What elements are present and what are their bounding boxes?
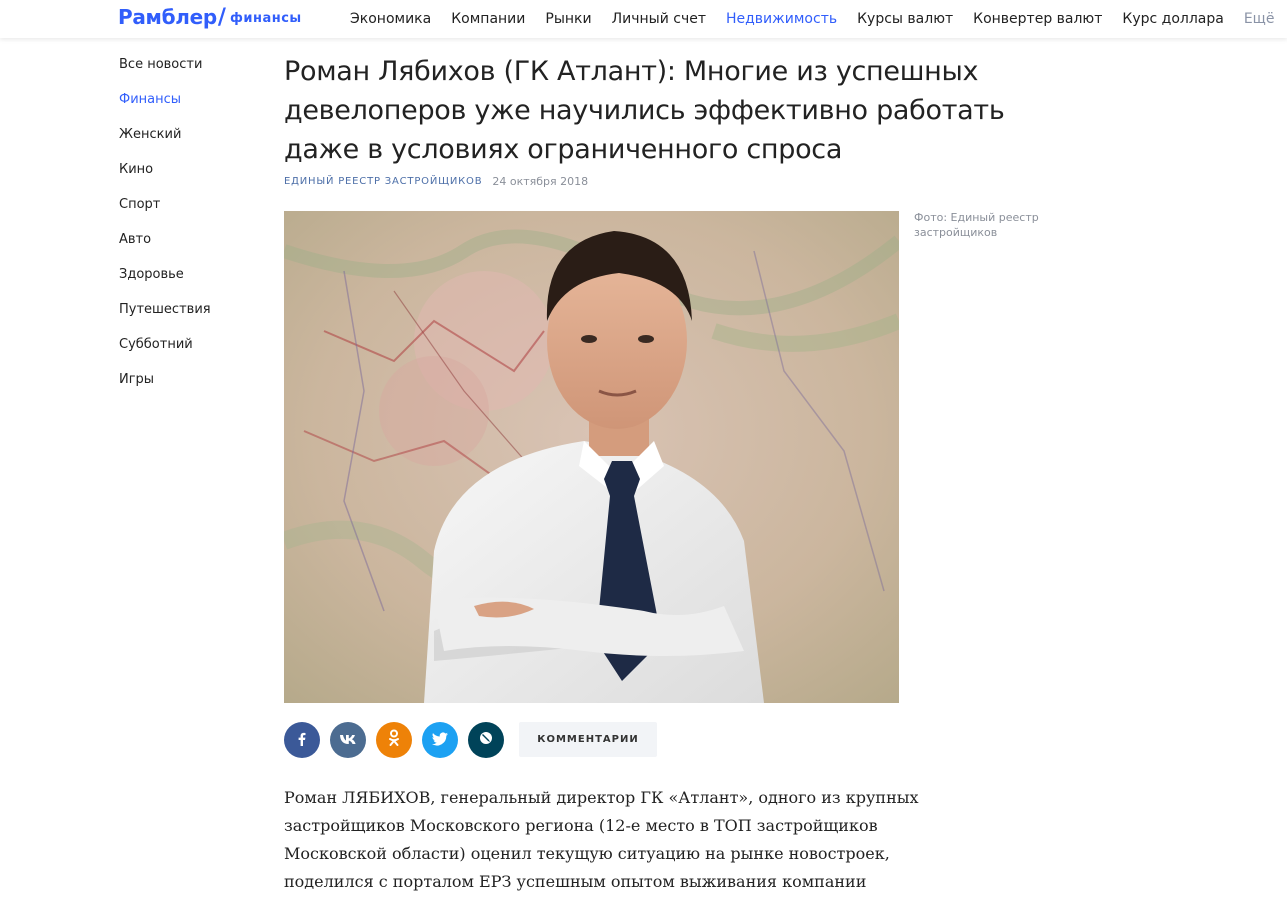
nav-item-markets[interactable]: Рынки	[545, 11, 591, 27]
sidebar-item-all-news[interactable]: Все новости	[119, 55, 259, 90]
nav-item-economy[interactable]: Экономика	[350, 11, 431, 27]
facebook-share-button[interactable]	[284, 722, 320, 758]
sidebar-item-travel[interactable]: Путешествия	[119, 300, 259, 335]
sidebar-item-finance[interactable]: Финансы	[119, 90, 259, 125]
nav-item-real-estate[interactable]: Недвижимость	[726, 11, 837, 27]
facebook-icon	[295, 731, 309, 750]
top-nav: Экономика Компании Рынки Личный счет Нед…	[350, 0, 1274, 38]
twitter-share-button[interactable]	[422, 722, 458, 758]
nav-item-dollar-rate[interactable]: Курс доллара	[1122, 11, 1223, 27]
odnoklassniki-share-button[interactable]	[376, 722, 412, 758]
twitter-icon	[432, 731, 448, 750]
vk-share-button[interactable]	[330, 722, 366, 758]
article-meta: ЕДИНЫЙ РЕЕСТР ЗАСТРОЙЩИКОВ 24 октября 20…	[284, 175, 588, 188]
logo-section: финансы	[229, 11, 302, 26]
top-header: Рамблер / финансы Экономика Компании Рын…	[0, 0, 1287, 38]
sidebar-item-games[interactable]: Игры	[119, 370, 259, 405]
photo-caption: Фото: Единый реестр застройщиков	[914, 211, 1039, 239]
sidebar-item-saturday[interactable]: Субботний	[119, 335, 259, 370]
sidebar-item-womens[interactable]: Женский	[119, 125, 259, 160]
article-source-link[interactable]: ЕДИНЫЙ РЕЕСТР ЗАСТРОЙЩИКОВ	[284, 176, 482, 187]
portrait-illustration	[284, 211, 899, 703]
logo-text: Рамблер	[118, 5, 217, 29]
article-lead-paragraph: Роман ЛЯБИХОВ, генеральный директор ГК «…	[284, 788, 919, 891]
nav-item-companies[interactable]: Компании	[451, 11, 525, 27]
logo-slash: /	[217, 4, 226, 30]
sidebar-item-auto[interactable]: Авто	[119, 230, 259, 265]
livejournal-share-button[interactable]	[468, 722, 504, 758]
nav-item-exchange-rates[interactable]: Курсы валют	[857, 11, 953, 27]
sidebar-item-sport[interactable]: Спорт	[119, 195, 259, 230]
article-date: 24 октября 2018	[492, 175, 589, 188]
odnoklassniki-icon	[388, 729, 400, 751]
share-buttons	[284, 722, 514, 758]
nav-item-currency-converter[interactable]: Конвертер валют	[973, 11, 1102, 27]
article-photo	[284, 211, 899, 703]
livejournal-icon	[478, 730, 494, 750]
sidebar-item-cinema[interactable]: Кино	[119, 160, 259, 195]
comments-button[interactable]: КОММЕНТАРИИ	[519, 722, 657, 757]
rambler-finance-logo[interactable]: Рамблер / финансы	[118, 4, 302, 30]
article-title: Роман Лябихов (ГК Атлант): Многие из усп…	[284, 56, 1005, 165]
nav-more-button[interactable]: Ещё	[1244, 11, 1275, 27]
nav-item-personal-account[interactable]: Личный счет	[612, 11, 706, 27]
sidebar-item-health[interactable]: Здоровье	[119, 265, 259, 300]
vk-icon	[339, 731, 357, 750]
sidebar: Все новости Финансы Женский Кино Спорт А…	[119, 55, 259, 405]
